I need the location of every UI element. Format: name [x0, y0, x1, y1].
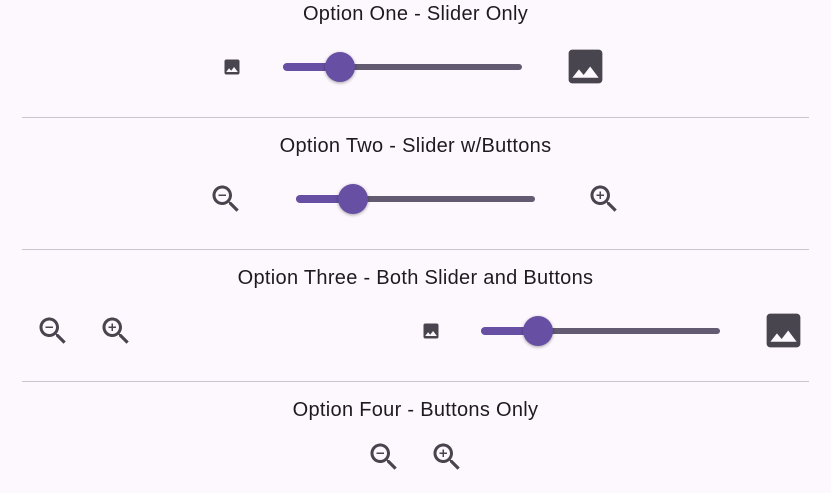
section-four-title: Option Four - Buttons Only [292, 399, 539, 421]
zoom-slider[interactable] [296, 184, 535, 214]
section-divider [22, 249, 809, 250]
small-image-icon [222, 57, 242, 77]
zoom-slider[interactable] [481, 316, 720, 346]
large-image-icon [563, 44, 608, 89]
section-one-title: Option One - Slider Only [302, 3, 529, 25]
zoom-out-icon[interactable] [366, 439, 402, 475]
zoom-slider[interactable] [283, 52, 522, 82]
zoom-in-icon[interactable] [586, 181, 622, 217]
slider-thumb[interactable] [338, 184, 369, 214]
zoom-in-icon[interactable] [429, 439, 465, 475]
small-image-icon [421, 321, 441, 341]
zoom-in-icon[interactable] [98, 313, 134, 349]
section-two-title: Option Two - Slider w/Buttons [279, 135, 552, 157]
section-divider [22, 117, 809, 118]
zoom-out-icon[interactable] [208, 181, 244, 217]
section-divider [22, 381, 809, 382]
slider-thumb[interactable] [325, 52, 356, 82]
slider-thumb[interactable] [523, 316, 554, 346]
zoom-out-icon[interactable] [35, 313, 71, 349]
large-image-icon [761, 308, 806, 353]
zoom-options-page: Option One - Slider Only Option Two - Sl… [0, 0, 831, 493]
section-three-title: Option Three - Both Slider and Buttons [237, 267, 594, 289]
